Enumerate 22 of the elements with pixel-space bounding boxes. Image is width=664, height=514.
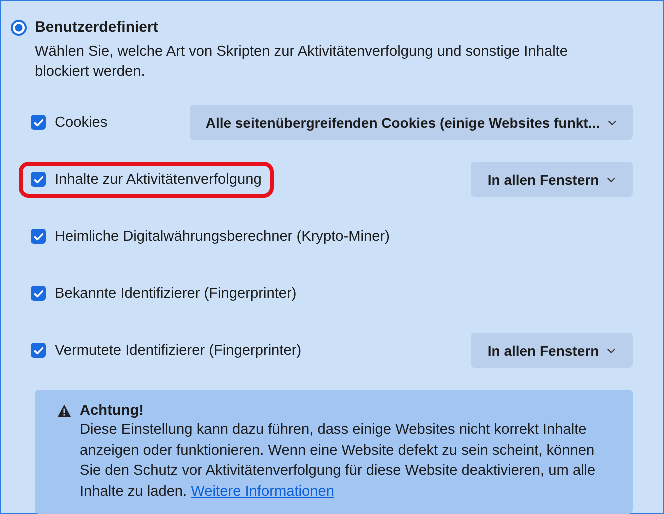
checkbox-label: Inhalte zur Aktivitätenverfolgung	[55, 172, 262, 188]
checkbox[interactable]	[31, 286, 46, 301]
radio-button[interactable]	[11, 20, 27, 36]
checkbox-label: Vermutete Identifizierer (Fingerprinter)	[55, 342, 302, 358]
option-label: Benutzerdefiniert	[35, 19, 158, 36]
dropdown-button[interactable]: Alle seitenübergreifenden Cookies (einige Websites funkt...	[190, 105, 633, 140]
warning-title: Achtung!	[80, 403, 144, 419]
dropdown-button[interactable]: In allen Fenstern	[471, 333, 633, 368]
checkbox-label: Cookies	[55, 114, 108, 130]
warning-text: Diese Einstellung kann dazu führen, dass einige Websites nicht korrekt Inhalte anzeigen oder funktionieren. Wenn eine Website defekt zu sein scheint, können Sie den Schutz vor Aktivitätenverfolgung für diese Website deaktivieren, um alle Inhalte zu laden. Weitere Informationen	[80, 421, 597, 502]
option-description: Wählen Sie, welche Art von Skripten zur Aktivitätenverfolgung und sonstige Inhalte blockiert werden.	[35, 43, 569, 82]
checkbox-label: Heimliche Digitalwährungsberechner (Krypto-Miner)	[55, 228, 390, 244]
checkbox[interactable]	[31, 343, 46, 358]
checkbox[interactable]	[31, 229, 46, 244]
checkbox[interactable]	[31, 172, 46, 187]
warning-icon	[57, 404, 72, 418]
caret-icon	[608, 120, 617, 126]
checkbox[interactable]	[31, 115, 46, 130]
caret-icon	[607, 176, 616, 182]
checkbox-label: Bekannte Identifizierer (Fingerprinter)	[55, 286, 297, 302]
caret-icon	[607, 348, 616, 354]
dropdown-button[interactable]: In allen Fenstern	[471, 162, 633, 197]
